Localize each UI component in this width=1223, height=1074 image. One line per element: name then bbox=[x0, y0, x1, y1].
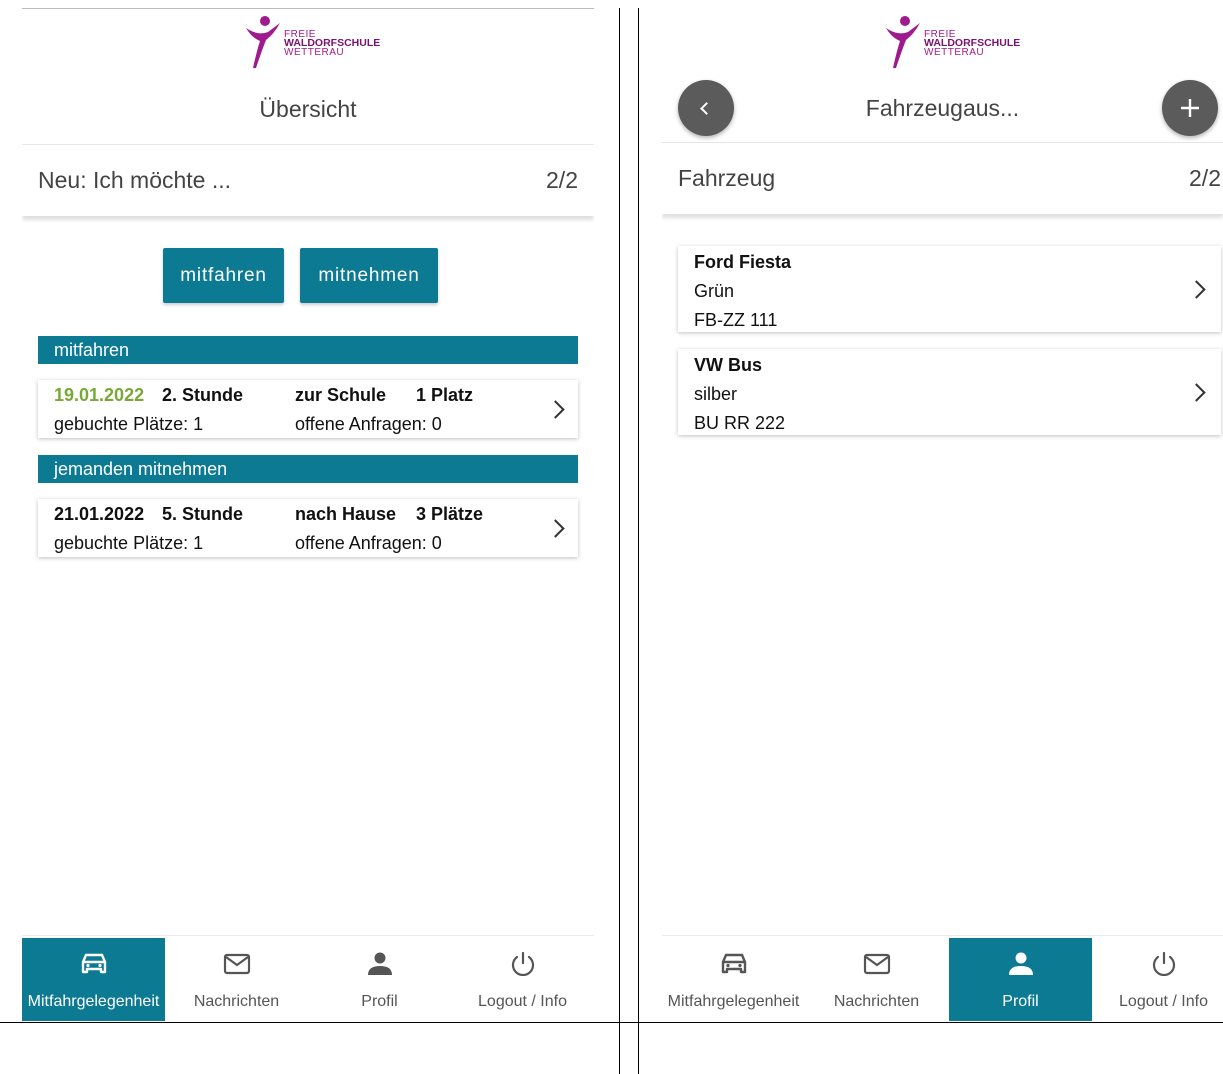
ride-seats: 3 Plätze bbox=[416, 504, 484, 524]
nav-item-mitfahrgelegenheit[interactable]: Mitfahrgelegenheit bbox=[662, 938, 805, 1021]
person-icon bbox=[367, 952, 392, 975]
vehicle-name: Ford Fiesta bbox=[694, 252, 792, 272]
add-vehicle-button[interactable] bbox=[1162, 80, 1218, 136]
vehicle-section: Fahrzeug 2/2 bbox=[662, 144, 1223, 214]
power-icon bbox=[511, 952, 534, 976]
nav-item-logout[interactable]: Logout / Info bbox=[1092, 938, 1223, 1021]
bottom-nav: Mitfahrgelegenheit Nachrichten Profil Lo… bbox=[22, 935, 594, 1022]
vehicle-plate: BU RR 222 bbox=[694, 413, 786, 433]
nav-label: Profil bbox=[1002, 993, 1039, 1010]
ride-requests: offene Anfragen: 0 bbox=[295, 414, 442, 434]
mail-icon bbox=[223, 953, 250, 975]
mitnehmen-button[interactable]: mitnehmen bbox=[300, 248, 438, 303]
nav-label: Mitfahrgelegenheit bbox=[667, 993, 800, 1010]
ride-booked: gebuchte Plätze: 1 bbox=[54, 533, 204, 553]
group-header-mitfahren: mitfahren bbox=[38, 336, 578, 364]
logo-line3: WETTERAU bbox=[924, 47, 985, 58]
ride-lesson: 2. Stunde bbox=[162, 385, 244, 405]
nav-item-mitfahrgelegenheit[interactable]: Mitfahrgelegenheit bbox=[22, 938, 165, 1021]
person-icon bbox=[1008, 952, 1033, 975]
vehicle-color: silber bbox=[694, 384, 738, 404]
section-title: Neu: Ich möchte ... bbox=[38, 167, 232, 193]
nav-label: Nachrichten bbox=[193, 993, 280, 1010]
nav-item-logout[interactable]: Logout / Info bbox=[451, 938, 594, 1021]
nav-item-profil[interactable]: Profil bbox=[308, 938, 451, 1021]
chevron-right-icon bbox=[546, 400, 565, 419]
title-divider bbox=[662, 142, 1223, 143]
vehicle-color: Grün bbox=[694, 281, 735, 301]
chevron-right-icon bbox=[546, 519, 565, 538]
vehicle-screen: FREIE WALDORFSCHULE WETTERAU Fahrzeugaus… bbox=[662, 10, 1223, 1022]
power-icon bbox=[1152, 952, 1175, 976]
new-ride-section: Neu: Ich möchte ... 2/2 bbox=[22, 146, 594, 216]
bottom-nav: Mitfahrgelegenheit Nachrichten Profil Lo… bbox=[662, 935, 1223, 1022]
ride-card[interactable]: 19.01.2022 2. Stunde zur Schule 1 Platz … bbox=[38, 380, 578, 438]
back-button[interactable] bbox=[678, 80, 734, 136]
chevron-left-icon bbox=[700, 102, 713, 115]
ride-card[interactable]: 21.01.2022 5. Stunde nach Hause 3 Plätze… bbox=[38, 499, 578, 557]
section-count: 2/2 bbox=[546, 167, 578, 193]
school-logo: FREIE WALDORFSCHULE WETTERAU bbox=[662, 14, 1223, 72]
mail-icon bbox=[863, 953, 890, 975]
car-icon bbox=[81, 953, 106, 974]
nav-label: Logout / Info bbox=[1119, 993, 1208, 1010]
ride-seats: 1 Platz bbox=[416, 385, 474, 405]
logo-figure-icon bbox=[886, 16, 920, 68]
ride-date: 21.01.2022 bbox=[54, 504, 145, 524]
ride-booked: gebuchte Plätze: 1 bbox=[54, 414, 204, 434]
frame-divider-2 bbox=[638, 8, 639, 1074]
frame-top-line-left bbox=[22, 8, 594, 9]
car-icon bbox=[721, 953, 746, 974]
page-title: Übersicht bbox=[259, 96, 357, 122]
vehicle-name: VW Bus bbox=[694, 355, 763, 375]
title-divider bbox=[22, 144, 594, 145]
chevron-right-icon bbox=[1187, 280, 1206, 299]
chevron-right-icon bbox=[1187, 383, 1206, 402]
overview-screen: FREIE WALDORFSCHULE WETTERAU Übersicht N… bbox=[22, 10, 594, 1022]
logo-figure-icon bbox=[246, 16, 280, 68]
nav-label: Logout / Info bbox=[478, 993, 567, 1010]
frame-bottom-line bbox=[0, 1022, 1223, 1023]
nav-label: Profil bbox=[361, 993, 398, 1010]
ride-requests: offene Anfragen: 0 bbox=[295, 533, 442, 553]
ride-direction: nach Hause bbox=[295, 504, 397, 524]
nav-item-profil[interactable]: Profil bbox=[949, 938, 1092, 1021]
page-title: Fahrzeugaus... bbox=[865, 95, 1020, 121]
section-count: 2/2 bbox=[1189, 165, 1221, 191]
nav-label: Mitfahrgelegenheit bbox=[27, 993, 160, 1010]
logo-line3: WETTERAU bbox=[284, 47, 345, 58]
ride-direction: zur Schule bbox=[295, 385, 387, 405]
vehicle-plate: FB-ZZ 111 bbox=[694, 310, 778, 330]
ride-lesson: 5. Stunde bbox=[162, 504, 244, 524]
vehicle-card[interactable]: VW Bus silber BU RR 222 bbox=[678, 349, 1221, 435]
nav-label: Nachrichten bbox=[833, 993, 920, 1010]
plus-icon bbox=[1181, 99, 1199, 117]
ride-date: 19.01.2022 bbox=[54, 385, 145, 405]
nav-item-nachrichten[interactable]: Nachrichten bbox=[165, 938, 308, 1021]
section-title: Fahrzeug bbox=[678, 165, 776, 191]
group-header-mitnehmen: jemanden mitnehmen bbox=[38, 455, 578, 483]
school-logo: FREIE WALDORFSCHULE WETTERAU bbox=[22, 14, 594, 72]
nav-item-nachrichten[interactable]: Nachrichten bbox=[805, 938, 948, 1021]
vehicle-card[interactable]: Ford Fiesta Grün FB-ZZ 111 bbox=[678, 246, 1221, 332]
frame-divider-1 bbox=[619, 8, 620, 1074]
mitfahren-button[interactable]: mitfahren bbox=[163, 248, 284, 303]
